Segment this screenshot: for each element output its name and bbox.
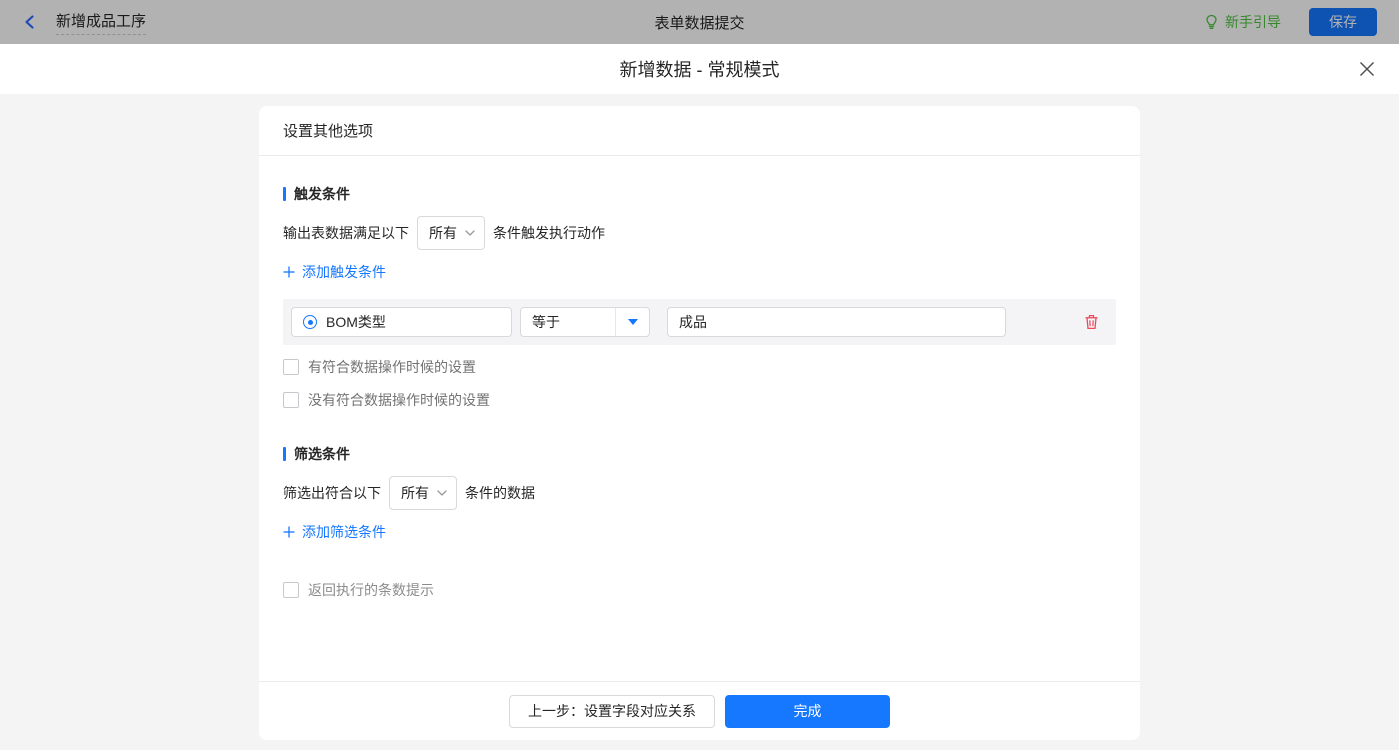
card-header-title: 设置其他选项 bbox=[259, 106, 1140, 156]
no-match-setting-row: 没有符合数据操作时候的设置 bbox=[283, 390, 1116, 410]
topbar: 新增成品工序 表单数据提交 新手引导 保存 bbox=[0, 0, 1399, 44]
trigger-sentence-prefix: 输出表数据满足以下 bbox=[283, 223, 409, 243]
filter-sentence-prefix: 筛选出符合以下 bbox=[283, 483, 381, 503]
filter-section-title: 筛选条件 bbox=[283, 444, 1116, 464]
trigger-match-mode-select[interactable]: 所有 bbox=[417, 216, 485, 250]
condition-value-input[interactable]: 成品 bbox=[667, 307, 1006, 337]
count-tip-label: 返回执行的条数提示 bbox=[308, 580, 434, 600]
add-trigger-condition-label: 添加触发条件 bbox=[302, 262, 386, 282]
modal-title: 新增数据 - 常规模式 bbox=[620, 56, 780, 82]
trigger-section: 触发条件 输出表数据满足以下 所有 条件触发执行动作 bbox=[283, 184, 1116, 410]
trigger-section-label: 触发条件 bbox=[294, 184, 350, 204]
caret-down-icon bbox=[628, 319, 638, 325]
delete-condition-button[interactable] bbox=[1082, 313, 1100, 331]
beginner-guide-label: 新手引导 bbox=[1225, 12, 1281, 32]
condition-field-label: BOM类型 bbox=[326, 312, 386, 332]
filter-section: 筛选条件 筛选出符合以下 所有 条件的数据 bbox=[283, 444, 1116, 600]
beginner-guide-button[interactable]: 新手引导 bbox=[1204, 12, 1281, 32]
back-button[interactable] bbox=[22, 14, 38, 30]
settings-card: 设置其他选项 触发条件 输出表数据满足以下 所有 条件触发执行动作 bbox=[259, 106, 1140, 740]
back-chevron-icon bbox=[22, 14, 38, 30]
has-match-checkbox[interactable] bbox=[283, 359, 299, 375]
has-match-label: 有符合数据操作时候的设置 bbox=[308, 357, 476, 377]
lightbulb-icon bbox=[1204, 14, 1219, 30]
trigger-condition-row: BOM类型 等于 成品 bbox=[283, 299, 1116, 345]
close-button[interactable] bbox=[1357, 59, 1377, 79]
count-tip-row: 返回执行的条数提示 bbox=[283, 580, 1116, 600]
field-type-icon bbox=[303, 315, 317, 329]
no-match-checkbox[interactable] bbox=[283, 392, 299, 408]
add-trigger-condition-link[interactable]: 添加触发条件 bbox=[283, 262, 386, 282]
filter-sentence-suffix: 条件的数据 bbox=[465, 483, 535, 503]
condition-operator-label: 等于 bbox=[521, 312, 615, 332]
trigger-sentence-suffix: 条件触发执行动作 bbox=[493, 223, 605, 243]
trigger-sentence: 输出表数据满足以下 所有 条件触发执行动作 bbox=[283, 216, 1116, 250]
close-icon bbox=[1358, 60, 1376, 78]
section-marker bbox=[283, 447, 286, 461]
modal-body: 设置其他选项 触发条件 输出表数据满足以下 所有 条件触发执行动作 bbox=[0, 94, 1399, 750]
topbar-center-title: 表单数据提交 bbox=[0, 12, 1399, 33]
count-tip-checkbox[interactable] bbox=[283, 582, 299, 598]
prev-step-button[interactable]: 上一步：设置字段对应关系 bbox=[509, 695, 715, 728]
plus-icon bbox=[283, 526, 295, 538]
has-match-setting-row: 有符合数据操作时候的设置 bbox=[283, 357, 1116, 377]
card-footer: 上一步：设置字段对应关系 完成 bbox=[259, 681, 1140, 740]
add-filter-condition-label: 添加筛选条件 bbox=[302, 522, 386, 542]
done-button[interactable]: 完成 bbox=[725, 695, 890, 728]
trigger-match-mode-value: 所有 bbox=[429, 223, 457, 243]
save-button[interactable]: 保存 bbox=[1309, 8, 1377, 36]
section-marker bbox=[283, 187, 286, 201]
filter-section-label: 筛选条件 bbox=[294, 444, 350, 464]
chevron-down-icon bbox=[465, 230, 475, 236]
condition-field-select[interactable]: BOM类型 bbox=[291, 307, 512, 337]
modal-header: 新增数据 - 常规模式 bbox=[0, 44, 1399, 94]
chevron-down-icon bbox=[437, 490, 447, 496]
condition-operator-select[interactable]: 等于 bbox=[520, 307, 650, 337]
filter-match-mode-select[interactable]: 所有 bbox=[389, 476, 457, 510]
trigger-section-title: 触发条件 bbox=[283, 184, 1116, 204]
filter-match-mode-value: 所有 bbox=[401, 483, 429, 503]
flow-name-title[interactable]: 新增成品工序 bbox=[56, 10, 146, 35]
add-filter-condition-link[interactable]: 添加筛选条件 bbox=[283, 522, 386, 542]
no-match-label: 没有符合数据操作时候的设置 bbox=[308, 390, 490, 410]
plus-icon bbox=[283, 266, 295, 278]
filter-sentence: 筛选出符合以下 所有 条件的数据 bbox=[283, 476, 1116, 510]
card-body: 触发条件 输出表数据满足以下 所有 条件触发执行动作 bbox=[259, 156, 1140, 681]
operator-caret-zone bbox=[615, 308, 649, 336]
trash-icon bbox=[1084, 314, 1099, 330]
